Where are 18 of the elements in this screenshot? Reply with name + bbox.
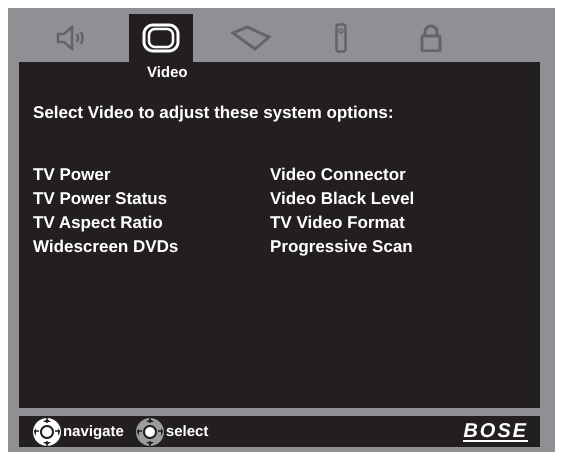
remote-control-icon (335, 23, 347, 53)
option-label: Video Connector (270, 165, 407, 185)
heading: Select Video to adjust these system options: (33, 103, 395, 123)
option-label: Video Black Level (270, 189, 416, 209)
speaker-icon (56, 25, 86, 51)
tab[interactable] (129, 14, 193, 62)
lock-icon (420, 24, 442, 52)
brand-logo: BOSE (463, 422, 528, 442)
option-label: TV Power Status (33, 189, 168, 209)
option-label: TV Aspect Ratio (33, 213, 164, 233)
option-label: Widescreen DVDs (33, 237, 180, 257)
hint-label: navigate (63, 423, 124, 440)
hint-label: select (166, 423, 208, 440)
tab-label: Video (147, 64, 189, 81)
option-label: Progressive Scan (270, 237, 414, 257)
tv-screen-icon (142, 23, 180, 53)
option-label: TV Power (33, 165, 112, 185)
option-label: TV Video Format (270, 213, 406, 233)
